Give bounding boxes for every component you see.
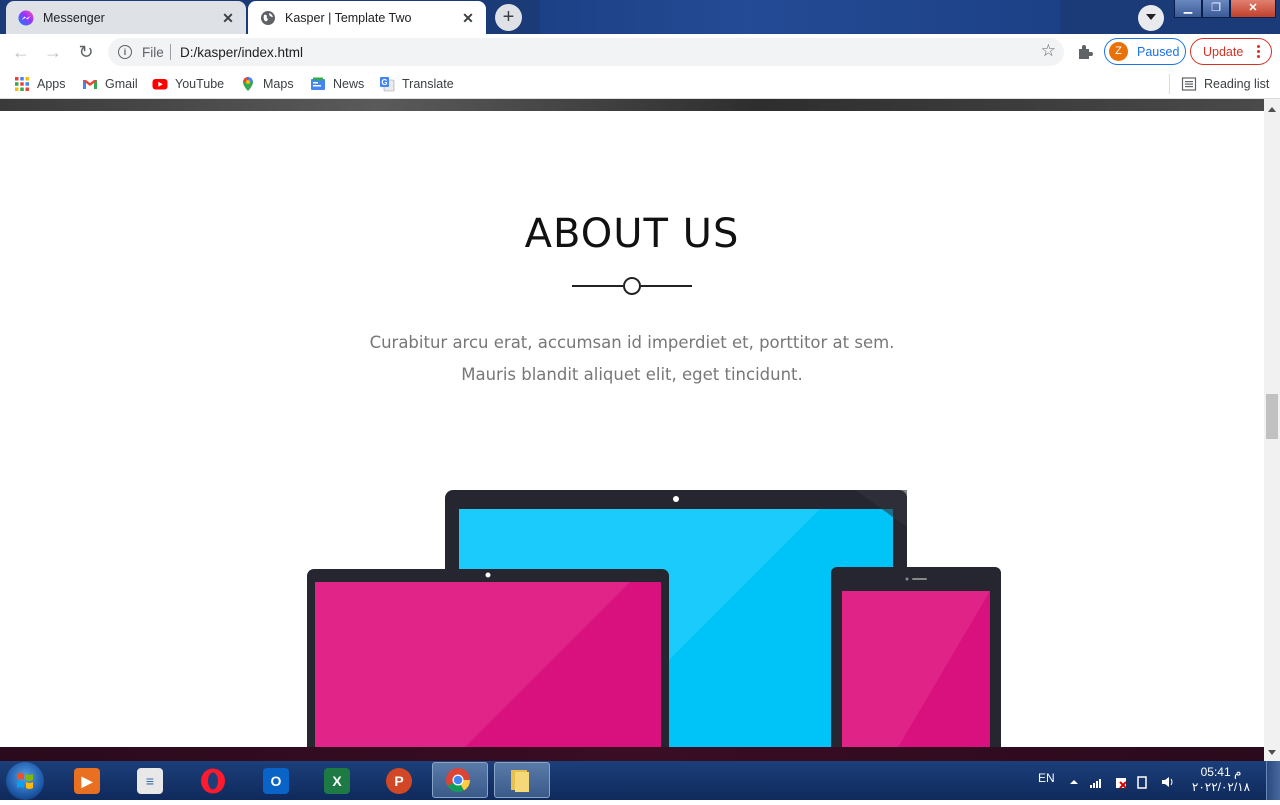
outlook-icon: O [263, 768, 289, 794]
close-tab-icon[interactable]: ✕ [220, 10, 236, 26]
address-separator [170, 44, 171, 60]
section-description: Curabitur arcu erat, accumsan id imperdi… [369, 333, 895, 384]
folder-icon [511, 770, 529, 792]
reading-list-label: Reading list [1204, 77, 1270, 91]
tab-kasper[interactable]: Kasper | Template Two ✕ [248, 1, 486, 34]
chrome-icon [446, 768, 470, 793]
taskbar-folder[interactable] [494, 762, 550, 798]
bookmark-star-icon[interactable]: ☆ [1041, 41, 1056, 61]
taskbar-media-player[interactable]: ▶ [58, 762, 114, 798]
address-scheme: File [142, 45, 164, 60]
address-url[interactable]: D:/kasper/index.html [180, 45, 303, 60]
monitor-camera [673, 496, 679, 502]
bookmark-news[interactable]: News [310, 75, 364, 93]
scroll-thumb[interactable] [1266, 394, 1278, 439]
scroll-up-arrow-icon[interactable] [1268, 107, 1276, 112]
windows-logo-icon [17, 773, 33, 789]
maximize-button[interactable]: ❐ [1202, 0, 1230, 18]
taskbar-outlook[interactable]: O [247, 762, 303, 798]
tab-title: Kasper | Template Two [285, 10, 412, 25]
tab-strip: Messenger ✕ Kasper | Template Two ✕ + ▁ … [0, 0, 1280, 34]
tablet-camera [905, 577, 909, 581]
tab-strip-background [540, 0, 1060, 34]
reload-button[interactable]: ↻ [76, 42, 96, 62]
page-viewport: ABOUT US Curabitur arcu erat, accumsan i… [0, 99, 1264, 747]
bookmark-translate[interactable]: G Translate [379, 75, 454, 93]
globe-icon [261, 10, 275, 25]
gmail-icon [83, 80, 97, 89]
media-player-icon: ▶ [74, 768, 100, 794]
scroll-down-arrow-icon[interactable] [1268, 750, 1276, 755]
bookmarks-bar: Apps Gmail YouTube Maps News G Translate… [0, 70, 1280, 99]
window-controls: ▁ ❐ ✕ [1174, 0, 1276, 19]
language-indicator[interactable]: EN [1038, 771, 1055, 785]
excel-icon: X [324, 768, 350, 794]
maps-pin-icon [243, 77, 253, 91]
windows-taskbar: ▶ ≡ O X P EN 05:41 م ٢٠٢٢/٠٢/١٨ [0, 761, 1280, 800]
close-tab-icon[interactable]: ✕ [460, 10, 476, 26]
translate-icon: G [380, 77, 395, 92]
bookmark-youtube[interactable]: YouTube [152, 75, 224, 93]
avatar: Z [1109, 42, 1128, 61]
profile-button[interactable]: Z Paused [1104, 38, 1186, 65]
taskbar-opera[interactable] [184, 762, 240, 798]
reading-list-button[interactable]: Reading list [1181, 75, 1269, 93]
powerpoint-icon: P [386, 768, 412, 794]
back-button[interactable]: ← [11, 42, 31, 62]
bookmark-label: YouTube [175, 77, 225, 91]
tab-search-button[interactable] [1138, 5, 1164, 31]
close-window-button[interactable]: ✕ [1230, 0, 1276, 18]
laptop-camera [485, 572, 491, 578]
address-bar[interactable]: i File D:/kasper/index.html ☆ [108, 38, 1064, 66]
taskbar-excel[interactable]: X [308, 762, 364, 798]
hero-section-edge [0, 99, 1264, 111]
bookmark-label: Maps [263, 77, 294, 91]
apps-grid-icon [15, 77, 29, 91]
taskbar-powerpoint[interactable]: P [370, 762, 426, 798]
devices-illustration [307, 490, 1001, 747]
svg-text:G: G [381, 78, 387, 87]
extensions-icon[interactable] [1076, 43, 1094, 61]
document-viewer-icon: ≡ [137, 768, 163, 794]
page-scrollbar[interactable] [1264, 99, 1280, 761]
clock-time: 05:41 م [1200, 765, 1242, 779]
update-label: Update [1203, 45, 1244, 59]
profile-status: Paused [1137, 45, 1180, 59]
system-clock[interactable]: 05:41 م ٢٠٢٢/٠٢/١٨ [1188, 765, 1254, 795]
tab-title: Messenger [43, 10, 105, 25]
taskbar-chrome[interactable] [432, 762, 488, 798]
minimize-button[interactable]: ▁ [1174, 0, 1202, 18]
update-button[interactable]: Update [1190, 38, 1272, 65]
site-info-icon[interactable]: i [118, 45, 132, 59]
taskbar-document-viewer[interactable]: ≡ [121, 762, 177, 798]
bookmark-label: Apps [37, 77, 66, 91]
bookmarks-separator [1169, 74, 1170, 94]
title-divider-icon [572, 277, 692, 295]
browser-toolbar: ← → ↻ i File D:/kasper/index.html ☆ Z Pa… [0, 34, 1280, 70]
opera-icon [201, 768, 225, 794]
new-tab-button[interactable]: + [495, 4, 522, 31]
clock-date: ٢٠٢٢/٠٢/١٨ [1191, 780, 1251, 794]
bookmark-maps[interactable]: Maps [240, 75, 294, 93]
menu-kebab-icon [1257, 43, 1261, 60]
forward-button[interactable]: → [43, 42, 63, 62]
news-icon [311, 77, 325, 90]
show-desktop-button[interactable] [1266, 761, 1280, 800]
reading-list-icon [1181, 77, 1197, 91]
bookmark-apps[interactable]: Apps [14, 75, 66, 93]
bookmark-label: Gmail [105, 77, 138, 91]
tab-messenger[interactable]: Messenger ✕ [6, 1, 246, 34]
page-bottom-strip [0, 747, 1264, 761]
bookmark-label: Translate [402, 77, 454, 91]
tablet-speaker [912, 578, 927, 580]
section-title: ABOUT US [524, 211, 740, 257]
messenger-icon [18, 10, 34, 25]
youtube-icon [152, 79, 168, 90]
system-tray-icons [1070, 776, 1173, 789]
bookmark-gmail[interactable]: Gmail [82, 75, 138, 93]
start-button[interactable] [6, 762, 44, 800]
bookmark-label: News [333, 77, 365, 91]
